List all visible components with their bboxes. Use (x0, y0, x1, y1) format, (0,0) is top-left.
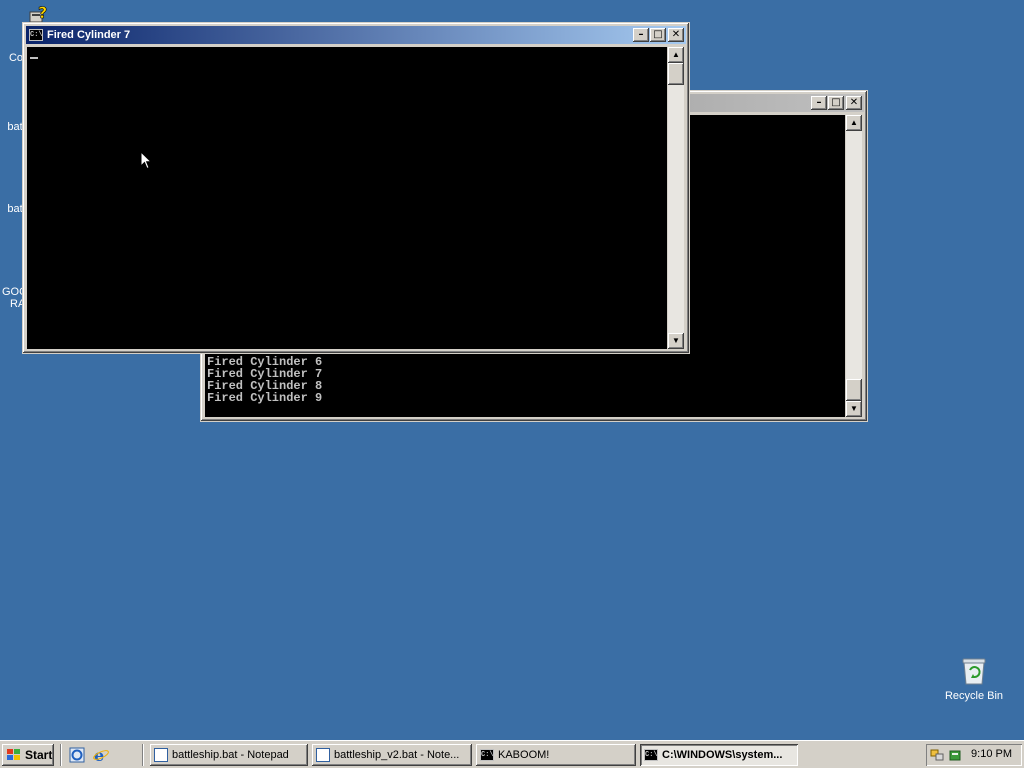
cmd-icon: C:\ (29, 29, 43, 41)
notepad-icon (154, 748, 168, 762)
svg-text:?: ? (38, 4, 47, 22)
window-title: Fired Cylinder 7 (47, 29, 131, 41)
maximize-button[interactable]: □ (828, 96, 844, 110)
taskbar-item-windows-system[interactable]: C:\ C:\WINDOWS\system... (640, 744, 798, 766)
text-cursor (30, 57, 38, 59)
recycle-bin-icon (961, 656, 987, 686)
cmd-icon: C:\ (644, 749, 658, 761)
desktop-icon-goo[interactable]: GOO RA (2, 286, 28, 310)
taskbar-item-kaboom[interactable]: C:\ KABOOM! (476, 744, 636, 766)
scroll-up-button[interactable]: ▲ (668, 47, 684, 63)
task-label: C:\WINDOWS\system... (662, 749, 783, 761)
taskbar: Start e battleship.bat - Notepad battles… (0, 740, 1024, 768)
ie-icon[interactable]: e (92, 746, 110, 765)
minimize-button[interactable]: – (811, 96, 827, 110)
vertical-scrollbar[interactable]: ▲ ▼ (668, 47, 684, 349)
task-label: battleship_v2.bat - Note... (334, 749, 460, 761)
scroll-thumb[interactable] (668, 63, 684, 85)
windows-logo-icon (6, 748, 22, 762)
ie-icon[interactable] (68, 746, 86, 764)
scroll-down-button[interactable]: ▼ (846, 401, 862, 417)
taskbar-item-battleship-v2-notepad[interactable]: battleship_v2.bat - Note... (312, 744, 472, 766)
mouse-pointer-icon (140, 150, 153, 173)
task-label: battleship.bat - Notepad (172, 749, 289, 761)
desktop-icon-label: GOO (2, 286, 28, 298)
scroll-thumb[interactable] (846, 379, 862, 401)
start-button[interactable]: Start (2, 744, 54, 766)
taskbar-item-battleship-notepad[interactable]: battleship.bat - Notepad (150, 744, 308, 766)
system-tray: 9:10 PM (926, 744, 1022, 766)
start-label: Start (25, 748, 53, 762)
console-output[interactable] (27, 47, 667, 349)
recycle-bin-label: Recycle Bin (944, 690, 1004, 702)
console-line: Fired Cylinder 9 (207, 391, 323, 405)
notepad-icon (316, 748, 330, 762)
task-label: KABOOM! (498, 749, 550, 761)
network-icon[interactable] (930, 748, 944, 762)
quicklaunch-separator (142, 744, 144, 766)
scroll-down-button[interactable]: ▼ (668, 333, 684, 349)
cmd-icon: C:\ (480, 749, 494, 761)
recycle-bin[interactable]: Recycle Bin (940, 656, 1008, 702)
console-window-front[interactable]: C:\ Fired Cylinder 7 – □ ✕ ▲ ▼ (22, 22, 690, 354)
close-button[interactable]: ✕ (668, 28, 684, 42)
close-button[interactable]: ✕ (846, 96, 862, 110)
minimize-button[interactable]: – (633, 28, 649, 42)
clock[interactable]: 9:10 PM (971, 748, 1012, 760)
vertical-scrollbar[interactable]: ▲ ▼ (846, 115, 862, 417)
quicklaunch-separator (60, 744, 62, 766)
maximize-button[interactable]: □ (650, 28, 666, 42)
security-icon[interactable] (948, 748, 962, 762)
scroll-up-button[interactable]: ▲ (846, 115, 862, 131)
title-bar[interactable]: C:\ Fired Cylinder 7 – □ ✕ (26, 26, 686, 44)
